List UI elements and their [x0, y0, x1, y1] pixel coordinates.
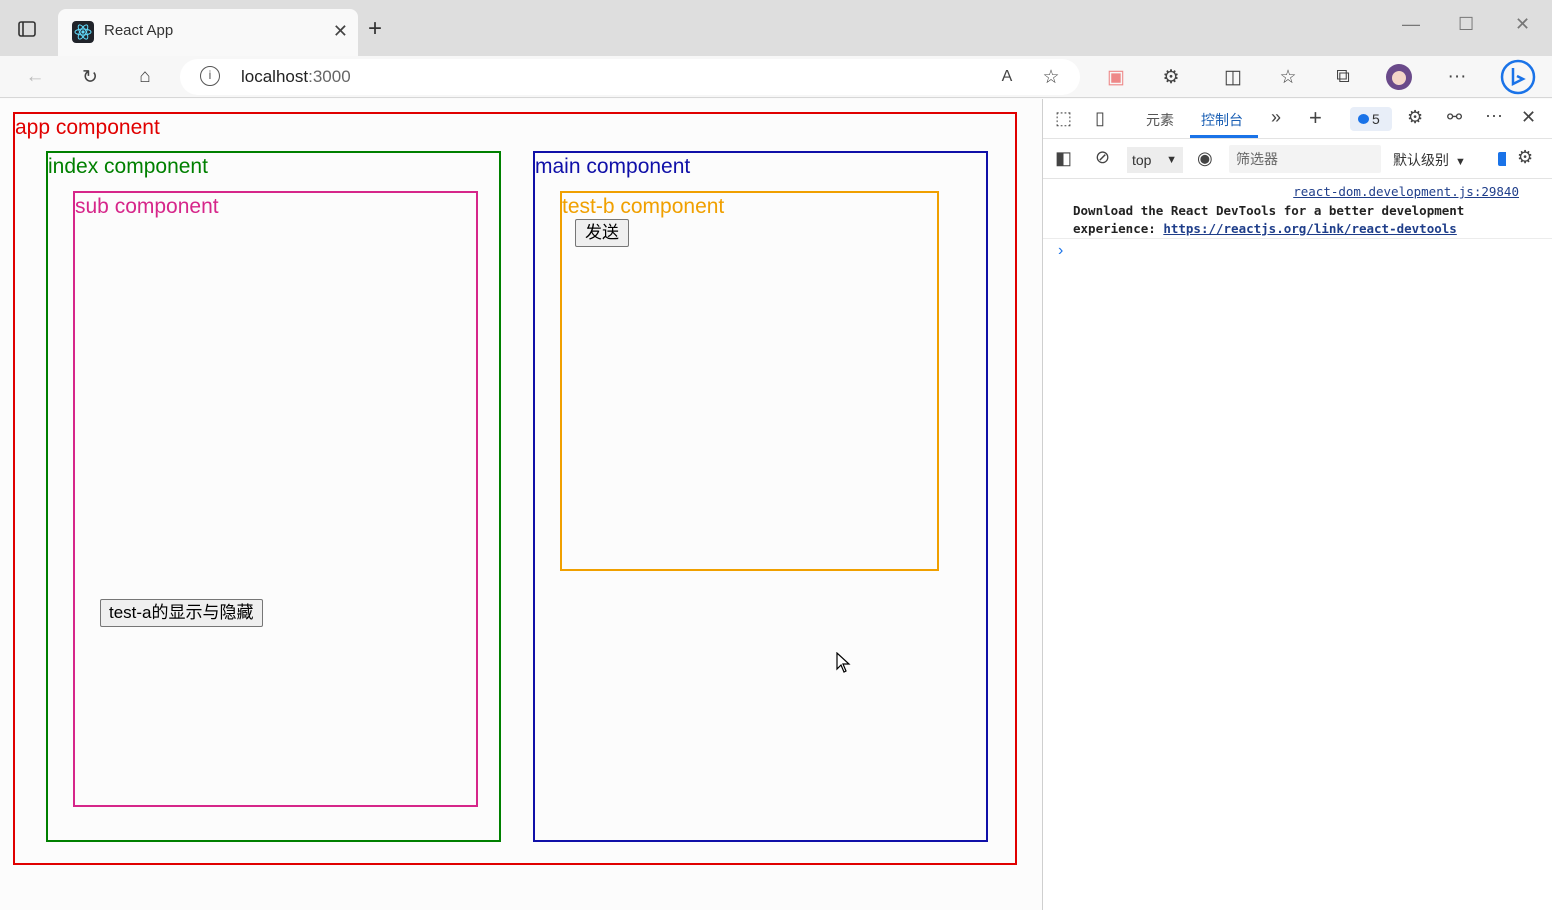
tab-elements[interactable]: 元素: [1146, 110, 1174, 130]
console-settings-icon[interactable]: ⚙: [1517, 147, 1533, 168]
app-component-box: app component index component sub compon…: [13, 112, 1017, 865]
back-icon[interactable]: ←: [20, 62, 50, 92]
toggle-test-a-button[interactable]: test-a的显示与隐藏: [100, 599, 263, 627]
read-aloud-icon[interactable]: A: [992, 62, 1022, 92]
main-component-box: main component test-b component 发送: [533, 151, 988, 842]
filter-input[interactable]: 筛选器: [1229, 145, 1381, 173]
chevron-down-icon: ▼: [1455, 156, 1466, 168]
test-b-component-label: test-b component: [562, 195, 725, 218]
test-b-component-box: test-b component 发送: [560, 191, 939, 571]
send-button[interactable]: 发送: [575, 219, 629, 247]
console-message: react-dom.development.js:29840 Download …: [1043, 179, 1552, 239]
page-viewport: app component index component sub compon…: [0, 99, 1042, 910]
issues-indicator-icon[interactable]: [1498, 152, 1506, 166]
live-expression-icon[interactable]: ◉: [1197, 148, 1213, 169]
context-select[interactable]: top ▼: [1127, 147, 1183, 173]
message-line-1: Download the React DevTools for a better…: [1073, 203, 1465, 218]
extensions-icon[interactable]: ⚙: [1156, 62, 1186, 92]
refresh-icon[interactable]: ↻: [75, 62, 105, 92]
devtools-more-icon[interactable]: ···: [1485, 105, 1503, 126]
app-component-label: app component: [15, 116, 160, 139]
customize-icon[interactable]: ⚯: [1447, 107, 1462, 128]
index-component-box: index component sub component test-a的显示与…: [46, 151, 501, 842]
collections-icon[interactable]: ⧉: [1328, 62, 1358, 92]
close-window-icon[interactable]: ✕: [1515, 14, 1530, 35]
close-tab-icon[interactable]: ✕: [333, 21, 348, 42]
message-line-2: experience: https://reactjs.org/link/rea…: [1073, 220, 1533, 238]
profile-avatar[interactable]: [1384, 62, 1414, 92]
index-component-label: index component: [48, 155, 208, 178]
more-menu-icon[interactable]: ···: [1442, 62, 1472, 92]
sub-component-box: sub component test-a的显示与隐藏: [73, 191, 478, 807]
react-favicon-icon: [72, 21, 94, 43]
home-icon[interactable]: ⌂: [130, 62, 160, 92]
devtools-tab-bar: ⬚ ▯ 元素 控制台 » + 5 ⚙ ⚯ ··· ✕: [1043, 99, 1552, 139]
tab-react-app[interactable]: React App ✕: [58, 9, 358, 57]
active-tab-indicator: [1190, 135, 1258, 138]
url-text: localhost:3000: [241, 67, 351, 87]
log-level-select[interactable]: 默认级别 ▼: [1393, 150, 1466, 170]
context-value: top: [1132, 152, 1152, 168]
collection-icon[interactable]: ▣: [1101, 62, 1131, 92]
url-host: localhost: [241, 67, 309, 86]
close-devtools-icon[interactable]: ✕: [1521, 107, 1536, 128]
devtools-panel: ⬚ ▯ 元素 控制台 » + 5 ⚙ ⚯ ··· ✕ ◧ ⊘ top ▼ ◉ 筛…: [1042, 99, 1552, 910]
favorites-icon[interactable]: ☆: [1273, 62, 1303, 92]
bing-copilot-icon[interactable]: [1500, 59, 1536, 95]
settings-icon[interactable]: ⚙: [1407, 107, 1423, 128]
browser-toolbar: ← ↻ ⌂ i localhost:3000 A ☆ ▣ ⚙ ◫ ☆ ⧉ ···: [0, 56, 1552, 98]
inspect-element-icon[interactable]: ⬚: [1055, 108, 1072, 129]
tab-console[interactable]: 控制台: [1201, 110, 1243, 130]
new-tab-icon[interactable]: +: [368, 16, 382, 42]
device-emulation-icon[interactable]: ▯: [1095, 108, 1105, 129]
tab-bar: React App ✕ + — ☐ ✕: [0, 0, 1552, 57]
mouse-cursor-icon: [836, 652, 851, 673]
address-bar[interactable]: i localhost:3000 A ☆: [180, 59, 1080, 95]
log-level-value: 默认级别: [1393, 152, 1449, 168]
issues-badge[interactable]: 5: [1350, 107, 1392, 131]
filter-placeholder: 筛选器: [1236, 151, 1278, 167]
sidebar-toggle-icon[interactable]: ◧: [1055, 148, 1072, 169]
more-tabs-icon[interactable]: »: [1271, 107, 1281, 128]
minimize-icon[interactable]: —: [1402, 14, 1420, 35]
sub-component-label: sub component: [75, 195, 219, 218]
tab-title: React App: [104, 22, 174, 39]
site-info-icon[interactable]: i: [200, 66, 220, 86]
clear-console-icon[interactable]: ⊘: [1095, 147, 1110, 168]
message-source-link[interactable]: react-dom.development.js:29840: [1293, 184, 1519, 199]
add-tab-icon[interactable]: +: [1309, 105, 1322, 131]
message-line-2-prefix: experience:: [1073, 221, 1164, 236]
add-favorite-icon[interactable]: ☆: [1036, 62, 1066, 92]
console-filter-bar: ◧ ⊘ top ▼ ◉ 筛选器 默认级别 ▼ ⚙: [1043, 139, 1552, 179]
main-component-label: main component: [535, 155, 691, 178]
console-prompt-icon[interactable]: ›: [1058, 242, 1063, 260]
tab-actions-icon[interactable]: [14, 16, 40, 42]
maximize-icon[interactable]: ☐: [1458, 14, 1474, 35]
url-port: :3000: [308, 67, 351, 86]
message-text: Download the React DevTools for a better…: [1073, 202, 1533, 238]
chevron-down-icon: ▼: [1166, 154, 1177, 166]
react-devtools-link[interactable]: https://reactjs.org/link/react-devtools: [1163, 221, 1457, 236]
split-screen-icon[interactable]: ◫: [1218, 62, 1248, 92]
